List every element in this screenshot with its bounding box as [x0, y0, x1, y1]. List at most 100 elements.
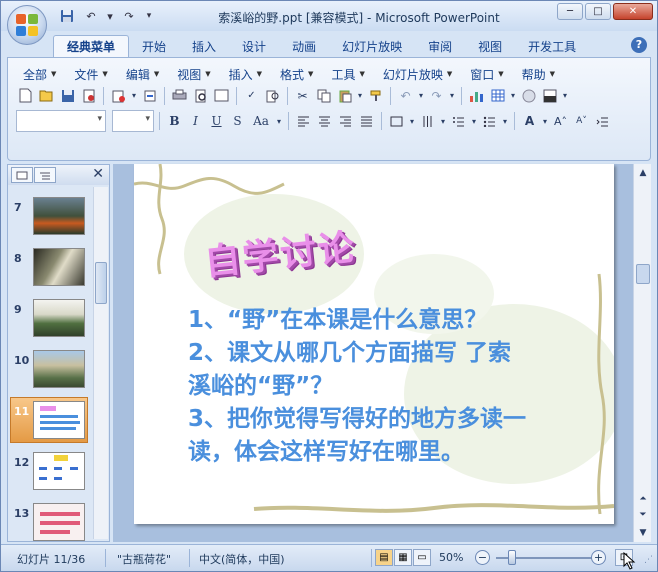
- bold-button[interactable]: B: [165, 112, 184, 131]
- zoom-in-button[interactable]: +: [591, 550, 606, 565]
- paste-icon[interactable]: [335, 86, 354, 105]
- cut-icon[interactable]: ✂: [293, 86, 312, 105]
- tab-animation[interactable]: 动画: [279, 35, 329, 57]
- close-button[interactable]: ✕: [613, 3, 653, 20]
- dropdown-icon[interactable]: ▾: [470, 112, 478, 131]
- tab-review[interactable]: 审阅: [415, 35, 465, 57]
- format-painter-icon[interactable]: [366, 86, 385, 105]
- menu-format[interactable]: 格式 ▼: [271, 64, 322, 84]
- indent-icon[interactable]: [593, 112, 612, 131]
- dropdown-icon[interactable]: ▾: [541, 112, 549, 131]
- copy-icon[interactable]: [314, 86, 333, 105]
- slideshow-button[interactable]: ▭: [413, 549, 431, 566]
- dropdown-icon[interactable]: ▾: [561, 86, 569, 105]
- align-center-icon[interactable]: [315, 112, 334, 131]
- menu-all[interactable]: 全部 ▼: [14, 64, 65, 84]
- tab-classic-menu[interactable]: 经典菜单: [53, 35, 130, 57]
- dropdown-icon[interactable]: ▾: [448, 86, 456, 105]
- font-size-combo[interactable]: [112, 110, 154, 132]
- dropdown-icon[interactable]: ▾: [501, 112, 509, 131]
- scrollbar-thumb[interactable]: [636, 264, 650, 284]
- tab-view[interactable]: 视图: [465, 35, 515, 57]
- scrollbar-thumb[interactable]: [95, 262, 107, 304]
- dropdown-icon[interactable]: ▾: [275, 112, 283, 131]
- justify-icon[interactable]: [357, 112, 376, 131]
- menu-edit[interactable]: 编辑 ▼: [117, 64, 168, 84]
- font-color-icon[interactable]: A: [520, 112, 539, 131]
- panel-scrollbar[interactable]: [93, 187, 108, 539]
- text-direction-icon[interactable]: [387, 112, 406, 131]
- menu-insert[interactable]: 插入 ▼: [220, 64, 271, 84]
- save-icon[interactable]: [58, 86, 77, 105]
- insert-picture-icon[interactable]: [519, 86, 538, 105]
- slide-thumbnail-13[interactable]: [33, 503, 85, 541]
- align-left-icon[interactable]: [294, 112, 313, 131]
- minimize-button[interactable]: ─: [557, 3, 583, 20]
- menu-help[interactable]: 帮助 ▼: [513, 64, 564, 84]
- chart-icon[interactable]: [467, 86, 486, 105]
- change-case-button[interactable]: Aa: [249, 112, 273, 131]
- dropdown-icon[interactable]: ▾: [130, 86, 138, 105]
- print-preview-icon[interactable]: [191, 86, 210, 105]
- tab-home[interactable]: 开始: [129, 35, 179, 57]
- publish-icon[interactable]: [140, 86, 159, 105]
- slide-thumbnail-7[interactable]: [33, 197, 85, 235]
- zoom-level[interactable]: 50%: [439, 551, 463, 564]
- tab-slideshow[interactable]: 幻灯片放映: [329, 35, 415, 57]
- zoom-out-button[interactable]: −: [475, 550, 490, 565]
- language-indicator[interactable]: 中文(简体，中国): [199, 551, 285, 567]
- menu-window[interactable]: 窗口 ▼: [461, 64, 512, 84]
- zoom-slider-knob[interactable]: [508, 550, 516, 565]
- permission-icon[interactable]: [79, 86, 98, 105]
- underline-button[interactable]: U: [207, 112, 226, 131]
- slides-tab[interactable]: [11, 167, 33, 183]
- menu-file[interactable]: 文件 ▼: [65, 64, 116, 84]
- undo-icon[interactable]: ↶: [396, 86, 415, 105]
- slide-thumbnail-8[interactable]: [33, 248, 85, 286]
- slide-thumbnail-9[interactable]: [33, 299, 85, 337]
- research-icon[interactable]: [263, 86, 282, 105]
- dropdown-icon[interactable]: ▾: [439, 112, 447, 131]
- tab-insert[interactable]: 插入: [179, 35, 229, 57]
- slide-layout-icon[interactable]: [212, 86, 231, 105]
- columns-icon[interactable]: [418, 112, 437, 131]
- dropdown-icon[interactable]: ▾: [417, 86, 425, 105]
- slide-thumbnail-12[interactable]: [33, 452, 85, 490]
- bullets-icon[interactable]: [480, 112, 499, 131]
- dropdown-icon[interactable]: ▾: [408, 112, 416, 131]
- slide-sorter-button[interactable]: ▦: [394, 549, 412, 566]
- next-slide-icon[interactable]: ⏷: [636, 508, 650, 522]
- menu-view[interactable]: 视图 ▼: [168, 64, 219, 84]
- close-icon[interactable]: ✕: [92, 166, 104, 182]
- spelling-icon[interactable]: ✓: [242, 86, 261, 105]
- tab-design[interactable]: 设计: [229, 35, 279, 57]
- increase-font-icon[interactable]: A˄: [551, 112, 570, 131]
- scroll-down-icon[interactable]: ▼: [636, 526, 650, 540]
- redo-icon[interactable]: ↷: [427, 86, 446, 105]
- menu-tools[interactable]: 工具 ▼: [322, 64, 373, 84]
- email-icon[interactable]: [109, 86, 128, 105]
- table-icon[interactable]: [488, 86, 507, 105]
- main-vertical-scrollbar[interactable]: ▲ ⏶ ⏷ ▼: [633, 164, 651, 542]
- align-right-icon[interactable]: [336, 112, 355, 131]
- slide-thumbnail-10[interactable]: [33, 350, 85, 388]
- slide-canvas[interactable]: 自学讨论 1、“野”在本课是什么意思？ 2、课文从哪几个方面描写 了索 溪峪的“…: [134, 164, 614, 524]
- grayscale-icon[interactable]: [540, 86, 559, 105]
- office-button[interactable]: [7, 5, 47, 45]
- open-icon[interactable]: [37, 86, 56, 105]
- previous-slide-icon[interactable]: ⏶: [636, 492, 650, 506]
- slide-thumbnail-11[interactable]: [33, 401, 85, 439]
- resize-grip-icon[interactable]: ⋰: [644, 555, 653, 565]
- menu-slideshow[interactable]: 幻灯片放映 ▼: [374, 64, 461, 84]
- normal-view-button[interactable]: ▤: [375, 549, 393, 566]
- outline-tab[interactable]: [34, 167, 56, 183]
- italic-button[interactable]: I: [186, 112, 205, 131]
- decrease-font-icon[interactable]: A˅: [572, 112, 591, 131]
- font-name-combo[interactable]: [16, 110, 106, 132]
- print-icon[interactable]: [170, 86, 189, 105]
- dropdown-icon[interactable]: ▾: [509, 86, 517, 105]
- numbering-icon[interactable]: [449, 112, 468, 131]
- help-icon[interactable]: ?: [631, 37, 647, 53]
- maximize-button[interactable]: □: [585, 3, 611, 20]
- slide-body-text[interactable]: 1、“野”在本课是什么意思？ 2、课文从哪几个方面描写 了索 溪峪的“野”？ 3…: [188, 304, 588, 469]
